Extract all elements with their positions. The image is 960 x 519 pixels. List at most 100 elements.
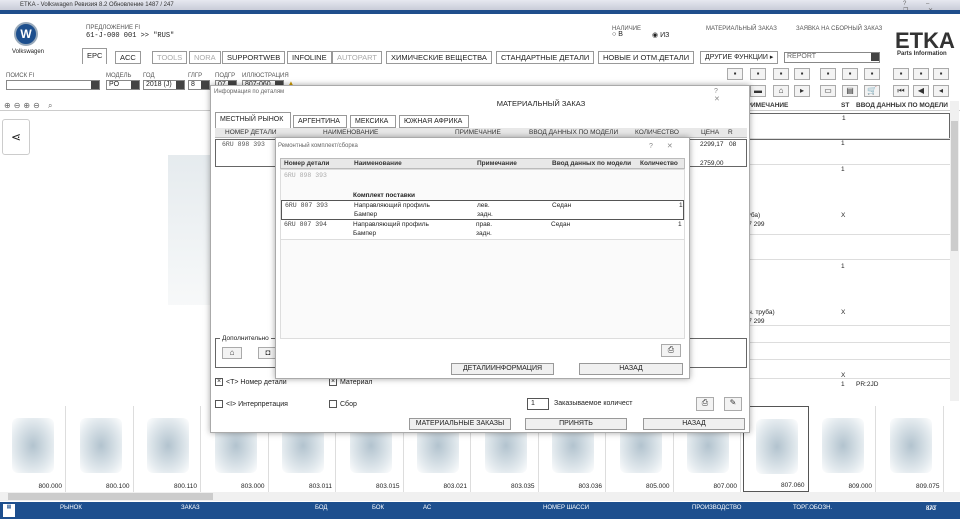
thumbnail-800.000[interactable]: 800.000 — [0, 406, 66, 492]
filter-select[interactable]: 2018 (J) — [143, 80, 185, 90]
material-order-link[interactable]: МАТЕРИАЛЬНЫЙ ЗАКАЗ — [706, 26, 777, 32]
collective-order-link[interactable]: ЗАЯВКА НА СБОРНЫЙ ЗАКАЗ — [796, 26, 882, 32]
other-functions-button[interactable]: ДРУГИЕ ФУНКЦИИ ▸ — [700, 51, 779, 64]
kit-col-header: Наименование — [354, 160, 402, 167]
st: 1 — [842, 115, 846, 122]
report-value: REPORT — [787, 53, 817, 60]
filter-select[interactable]: PO — [106, 80, 140, 90]
tab-9[interactable]: НОВЫЕ И ОТМ.ДЕТАЛИ — [598, 51, 695, 64]
window-title: ETKA - Volkswagen Ревизия 8.2 Обновление… — [0, 0, 960, 10]
assembly2-icon[interactable]: ⌂ — [773, 85, 789, 97]
arrow-icon[interactable]: ▸ — [794, 85, 810, 97]
kit-name2: Бампер — [353, 230, 377, 237]
checkbox[interactable]: × — [329, 378, 337, 386]
availability-radio-iz[interactable]: ◉ ИЗ — [652, 31, 669, 39]
tab-4[interactable]: SUPPORTWEB — [222, 51, 286, 64]
checkbox[interactable] — [329, 400, 337, 408]
right-table-row[interactable]: 1 — [740, 113, 950, 140]
filter-value: PO — [109, 81, 120, 88]
checkbox[interactable]: × — [215, 378, 223, 386]
part-info-button[interactable]: ДЕТАЛИИНФОРМАЦИЯ — [451, 363, 554, 375]
filter-select[interactable]: 8 — [188, 80, 210, 90]
material-orders-button[interactable]: МАТЕРИАЛЬНЫЕ ЗАКАЗЫ — [409, 418, 511, 430]
offer-label: ПРЕДЛОЖЕНИЕ FI — [86, 25, 141, 31]
thumbnail-label: 803.035 — [511, 483, 535, 490]
thumbnail-809.000[interactable]: 809.000 — [810, 406, 876, 492]
tab-7[interactable]: ХИМИЧЕСКИЕ ВЕЩЕСТВА — [386, 51, 492, 64]
right-table-row[interactable]: 1 — [740, 139, 950, 157]
row-divider — [740, 342, 950, 343]
report-select[interactable]: REPORT — [784, 52, 880, 63]
checkbox[interactable] — [215, 400, 223, 408]
right-scrollbar[interactable] — [950, 101, 959, 401]
assembly-icon[interactable]: ⌂ — [222, 347, 242, 359]
edit-icon[interactable]: ✎ — [724, 397, 742, 411]
market-tab-3[interactable]: ЮЖНАЯ АФРИКА — [399, 115, 469, 128]
prev-page-icon[interactable]: ▪ — [913, 68, 929, 80]
b1-icon[interactable]: ▪ — [820, 68, 836, 80]
layout-icon[interactable]: ▭ — [820, 85, 836, 97]
check-interpretation[interactable]: <I> Интерпретация — [215, 400, 288, 408]
tab-2[interactable]: TOOLS — [152, 51, 188, 64]
prev-icon[interactable]: ◀ — [913, 85, 929, 97]
help-icon[interactable]: ▪ — [794, 68, 810, 80]
parent-part: 6RU 898 393 — [284, 172, 327, 179]
right-table-row[interactable]: н. ойн. труба) 867 299X — [740, 277, 950, 325]
check-part-number[interactable]: × <T> Номер детали — [215, 378, 287, 386]
kit-row[interactable]: 6RU 807 393 Направляющий профиль Бампер лев… — [281, 200, 684, 220]
kit-row[interactable]: 6RU 807 394 Направляющий профиль Бампер пра… — [281, 220, 684, 240]
tab-3[interactable]: NORA — [189, 51, 221, 64]
back-button[interactable]: НАЗАД — [643, 418, 745, 430]
thumbnail-label: 803.000 — [241, 483, 265, 490]
thumbnail-label: 800.110 — [173, 483, 197, 490]
cart-icon[interactable]: 🛒 — [864, 85, 880, 97]
tab-5[interactable]: INFOLINE — [287, 51, 332, 64]
kit-model: Седан — [552, 202, 572, 209]
b2-icon[interactable]: ▪ — [842, 68, 858, 80]
print-icon[interactable]: ⎙ — [696, 397, 714, 411]
car2-icon[interactable]: ▬ — [750, 85, 766, 97]
doc-icon[interactable]: ▤ — [842, 85, 858, 97]
st: 1 — [841, 263, 845, 270]
col-header: R — [728, 129, 733, 136]
print-icon[interactable]: ⎙ — [661, 344, 681, 357]
quantity-input[interactable]: 1 — [527, 398, 549, 410]
model: PR:2JD — [856, 381, 879, 388]
right-table-row[interactable]: н. труба) 867 299X — [740, 180, 950, 228]
tab-6[interactable]: AUTOPART — [332, 51, 383, 64]
wheel-icon[interactable]: ▪ — [750, 68, 766, 80]
r-value: 08 — [729, 141, 737, 148]
thumbnail-809.075[interactable]: 809.075 — [877, 406, 944, 492]
market-tab-0[interactable]: МЕСТНЫЙ РЫНОК — [215, 112, 291, 128]
b3-icon[interactable]: ▪ — [864, 68, 880, 80]
print-icon[interactable]: ▪ — [727, 68, 743, 80]
thumbnail-807.060[interactable]: 807.060 — [742, 406, 809, 492]
accept-button[interactable]: ПРИНЯТЬ — [525, 418, 627, 430]
thumbnail-800.100[interactable]: 800.100 — [67, 406, 134, 492]
back-icon[interactable]: ◂ — [933, 85, 949, 97]
tab-8[interactable]: СТАНДАРТНЫЕ ДЕТАЛИ — [496, 51, 595, 64]
st: 1 — [841, 381, 845, 388]
first-icon[interactable]: ⏮ — [893, 85, 909, 97]
pin-icon[interactable]: ▪ — [893, 68, 909, 80]
market-tab-1[interactable]: АРГЕНТИНА — [293, 115, 347, 128]
thumbnail-scrollbar[interactable] — [0, 492, 960, 501]
availability-radio-v[interactable]: ○ В — [612, 31, 623, 38]
filter-label: ПОДГР — [215, 73, 236, 79]
tab-0[interactable]: EPC — [82, 48, 108, 64]
market-tab-2[interactable]: МЕКСИКА — [350, 115, 396, 128]
title-stripe — [0, 10, 960, 14]
status-field: АС — [423, 505, 432, 511]
filter-select[interactable] — [6, 80, 100, 90]
thumbnail-800.110[interactable]: 800.110 — [135, 406, 201, 492]
share-button[interactable]: ⋖ — [2, 119, 30, 155]
st: 1 — [841, 166, 845, 173]
tab-1[interactable]: ACC — [115, 51, 141, 64]
car-icon[interactable]: ▪ — [773, 68, 789, 80]
next-page-icon[interactable]: ▪ — [933, 68, 949, 80]
dialog-controls[interactable]: ?✕ — [649, 142, 687, 150]
check-collect[interactable]: Сбор — [329, 400, 357, 408]
right-table-row[interactable]: ін.1PR:2JD — [740, 380, 950, 410]
kit-back-button[interactable]: НАЗАД — [579, 363, 683, 375]
check-material[interactable]: × Материал — [329, 378, 372, 386]
